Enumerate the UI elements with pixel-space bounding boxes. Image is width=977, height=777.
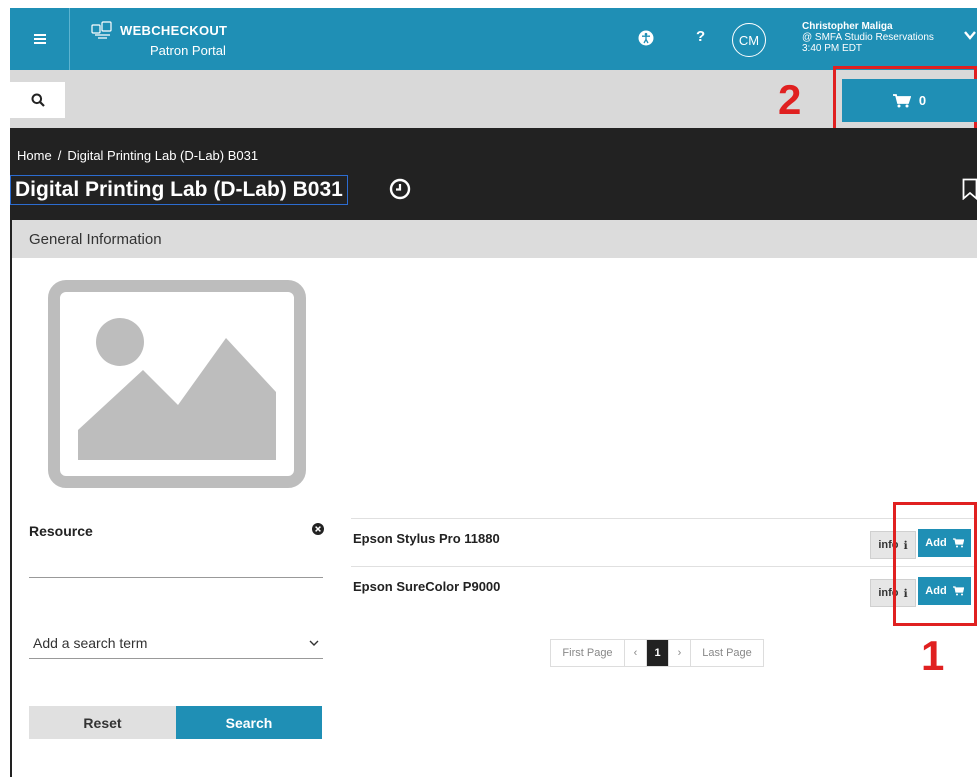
- page-title: Digital Printing Lab (D-Lab) B031: [15, 178, 343, 201]
- brand-name: WEBCHECKOUT: [120, 23, 228, 38]
- brand-subtitle: Patron Portal: [150, 43, 226, 58]
- prev-page-button[interactable]: ‹: [625, 640, 647, 666]
- add-highlight-box: [893, 502, 977, 626]
- user-info[interactable]: Christopher Maliga @ SMFA Studio Reserva…: [802, 21, 934, 54]
- reset-button[interactable]: Reset: [29, 706, 176, 739]
- search-button[interactable]: [10, 82, 65, 118]
- top-header: WEBCHECKOUT Patron Portal ? CM Christoph…: [10, 8, 977, 70]
- resource-label: Resource: [29, 523, 93, 539]
- breadcrumb: Home / Digital Printing Lab (D-Lab) B031: [17, 148, 258, 163]
- avatar-initials: CM: [738, 32, 760, 48]
- clock-icon[interactable]: [389, 178, 411, 200]
- cart-button[interactable]: 0: [842, 79, 977, 122]
- panel-heading-text: General Information: [29, 230, 162, 248]
- content-panel: General Information Resource Add a searc…: [10, 220, 977, 777]
- search-term-placeholder: Add a search term: [33, 634, 148, 651]
- search-icon: [31, 93, 45, 107]
- resource-name[interactable]: Epson SureColor P9000: [353, 579, 500, 594]
- list-item: Epson SureColor P9000 info ℹ Add: [351, 566, 977, 614]
- clear-icon[interactable]: [312, 523, 324, 535]
- results-list: Epson Stylus Pro 11880 info ℹ Add Epson S…: [351, 518, 977, 614]
- search-term-select[interactable]: Add a search term: [29, 627, 323, 659]
- pagination: First Page ‹ 1 › Last Page: [550, 639, 764, 667]
- image-placeholder-icon: [48, 280, 306, 488]
- cart-count: 0: [918, 93, 927, 108]
- help-icon[interactable]: ?: [696, 28, 705, 45]
- next-page-button[interactable]: ›: [669, 640, 691, 666]
- current-page[interactable]: 1: [647, 640, 669, 666]
- annotation-marker-1: 1: [921, 632, 945, 679]
- cart-icon: [892, 93, 911, 107]
- bookmark-icon[interactable]: [962, 178, 977, 200]
- user-name: Christopher Maliga: [802, 21, 893, 32]
- user-time: 3:40 PM EDT: [802, 43, 863, 54]
- menu-button[interactable]: [10, 8, 70, 70]
- hamburger-icon: [33, 34, 46, 44]
- webcheckout-logo-icon: [91, 21, 112, 39]
- breadcrumb-current: Digital Printing Lab (D-Lab) B031: [67, 148, 259, 163]
- panel-heading: General Information: [12, 220, 977, 258]
- chevron-down-icon[interactable]: [964, 30, 976, 40]
- breadcrumb-separator: /: [57, 148, 62, 163]
- resource-input[interactable]: [29, 550, 323, 578]
- page-title-box: Digital Printing Lab (D-Lab) B031: [10, 175, 348, 205]
- search-cart-bar: [10, 70, 977, 128]
- resource-name[interactable]: Epson Stylus Pro 11880: [353, 531, 500, 546]
- annotation-marker-2: 2: [778, 76, 802, 123]
- user-context: @ SMFA Studio Reservations: [802, 32, 934, 43]
- chevron-down-icon: [309, 640, 319, 646]
- search-button[interactable]: Search: [176, 706, 322, 739]
- title-band: Home / Digital Printing Lab (D-Lab) B031 D…: [10, 128, 977, 220]
- avatar[interactable]: CM: [732, 23, 766, 57]
- list-item: Epson Stylus Pro 11880 info ℹ Add: [351, 518, 977, 566]
- breadcrumb-home[interactable]: Home: [17, 148, 52, 163]
- accessibility-icon[interactable]: [638, 30, 654, 46]
- first-page-button[interactable]: First Page: [551, 640, 625, 666]
- last-page-button[interactable]: Last Page: [691, 640, 763, 666]
